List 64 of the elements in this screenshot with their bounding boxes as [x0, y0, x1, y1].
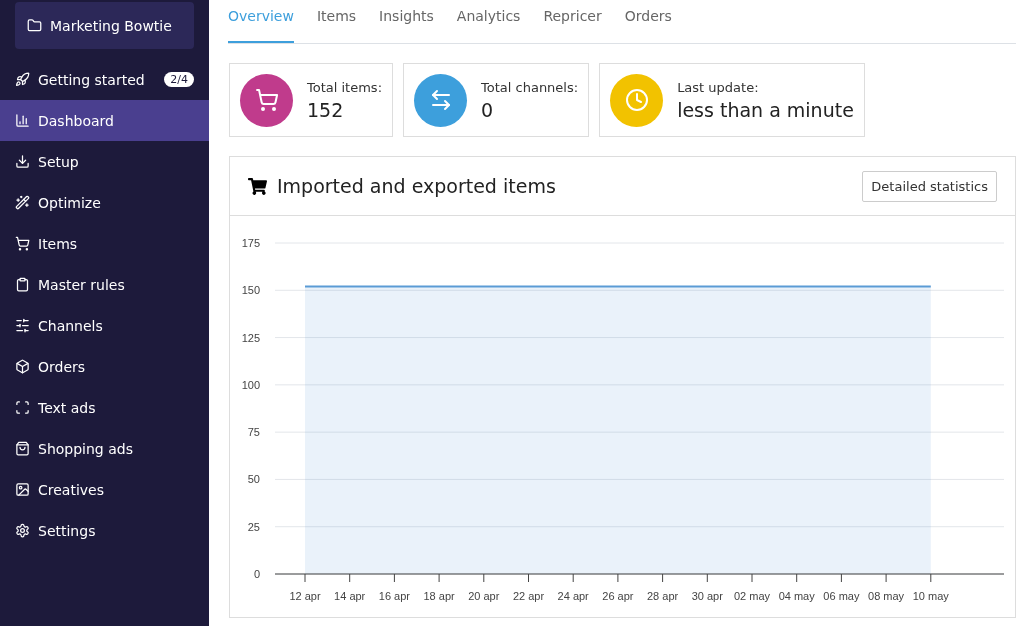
detailed-statistics-button[interactable]: Detailed statistics — [862, 170, 997, 202]
stat-label: Total items: — [307, 79, 383, 95]
x-axis-label: 02 may — [733, 590, 771, 602]
tab[interactable]: Items — [316, 0, 357, 43]
frame-icon — [15, 400, 30, 415]
settings-icon — [15, 523, 30, 538]
workspace-selector[interactable]: Marketing Bowtie — [15, 2, 194, 49]
rocket-icon — [15, 72, 30, 87]
x-axis-label: 30 apr — [691, 590, 723, 602]
y-axis-label: 175 — [241, 237, 260, 249]
sliders-icon — [15, 318, 30, 333]
y-axis-label: 100 — [241, 378, 260, 391]
tab[interactable]: Analytics — [456, 0, 521, 43]
bar-chart-icon — [15, 113, 30, 128]
shopping-bag-icon — [15, 441, 30, 456]
sidebar-item[interactable]: Master rules — [0, 264, 209, 305]
sidebar-item[interactable]: Optimize — [0, 182, 209, 223]
progress-badge: 2/4 — [164, 72, 194, 87]
tab[interactable]: Repricer — [543, 0, 602, 43]
sidebar-item[interactable]: Creatives — [0, 469, 209, 510]
y-axis-label: 125 — [241, 331, 260, 344]
y-axis-label: 25 — [247, 520, 260, 533]
y-axis-label: 0 — [253, 568, 260, 580]
tab[interactable]: Insights — [379, 0, 434, 43]
tab[interactable]: Orders — [624, 0, 672, 43]
magic-wand-icon — [15, 195, 30, 210]
stat-label: Total channels: — [481, 79, 579, 95]
image-icon — [15, 482, 30, 497]
sidebar-item[interactable]: Channels — [0, 305, 209, 346]
x-axis-label: 16 apr — [378, 590, 410, 602]
folder-icon — [27, 18, 42, 33]
x-axis-label: 22 apr — [512, 590, 545, 602]
x-axis-label: 20 apr — [468, 590, 500, 602]
box-icon — [15, 359, 30, 374]
sidebar-item[interactable]: Text ads — [0, 387, 209, 428]
clipboard-icon — [15, 277, 30, 292]
sidebar-item[interactable]: Getting started 2/4 — [0, 59, 209, 100]
y-axis-label: 50 — [247, 473, 260, 486]
x-axis-label: 12 apr — [289, 590, 321, 602]
cart-icon — [15, 236, 30, 251]
stat-value: less than a minute — [677, 98, 854, 121]
sidebar-item[interactable]: Orders — [0, 346, 209, 387]
x-axis-label: 06 may — [823, 590, 860, 602]
sidebar-item[interactable]: Dashboard — [0, 100, 209, 141]
sidebar-item[interactable]: Items — [0, 223, 209, 264]
stat-label: Last update: — [677, 79, 760, 95]
x-axis-label: 18 apr — [423, 590, 455, 602]
x-axis-label: 08 may — [868, 590, 905, 602]
x-axis-label: 28 apr — [647, 590, 679, 602]
panel-title: Imported and exported items — [277, 175, 556, 197]
download-icon — [15, 154, 30, 169]
x-axis-label: 24 apr — [557, 590, 589, 602]
x-axis-label: 26 apr — [602, 590, 634, 602]
x-axis-label: 04 may — [778, 590, 815, 602]
stat-value: 152 — [307, 98, 345, 121]
cart-icon — [248, 176, 267, 196]
stat-value: 0 — [481, 98, 495, 121]
sidebar-item[interactable]: Setup — [0, 141, 209, 182]
sidebar-item[interactable]: Shopping ads — [0, 428, 209, 469]
y-axis-label: 150 — [241, 284, 260, 297]
sidebar-item[interactable]: Settings — [0, 510, 209, 551]
y-axis-label: 75 — [247, 426, 260, 439]
x-axis-label: 10 may — [912, 590, 949, 602]
x-axis-label: 14 apr — [334, 590, 366, 602]
